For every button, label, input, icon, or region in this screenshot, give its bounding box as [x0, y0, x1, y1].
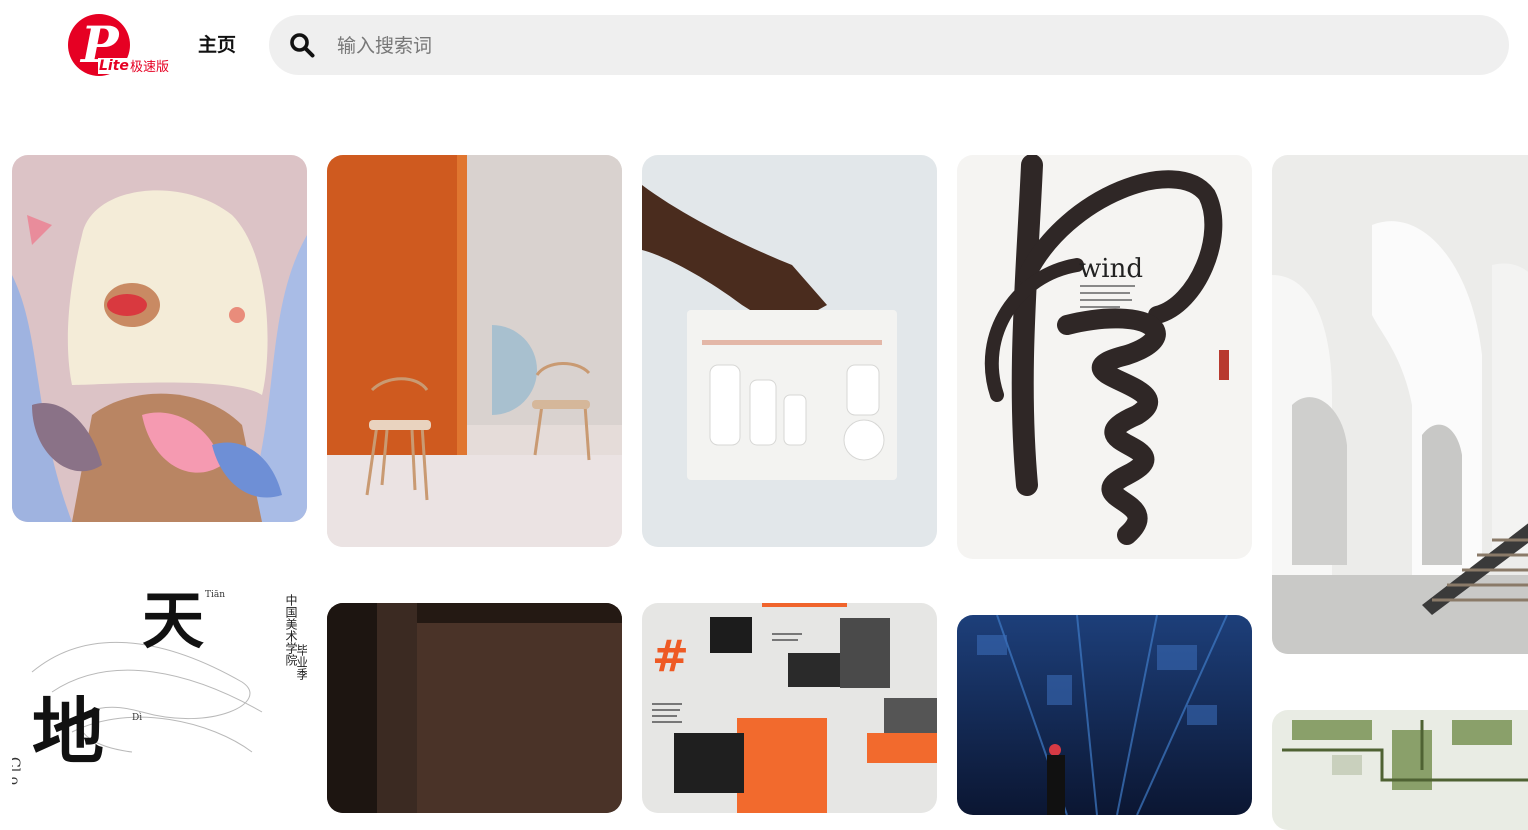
- search-bar[interactable]: [269, 15, 1509, 77]
- pin-image: [1272, 155, 1528, 654]
- pin-image: [12, 155, 307, 522]
- search-input[interactable]: [335, 15, 1489, 77]
- logo-lite-text: Lite: [98, 58, 130, 74]
- pin-card[interactable]: [327, 603, 622, 813]
- pin-card[interactable]: 天 地 Tiān Dì Cl o 中国美术学院 毕业季: [12, 582, 307, 812]
- pinterest-lite-logo[interactable]: P Lite 极速版: [68, 14, 178, 80]
- poster-side-text: Cl o: [12, 757, 22, 785]
- magazine-hash: #: [652, 631, 689, 682]
- pin-image: [327, 603, 622, 813]
- poster-pinyin-di: Dì: [132, 712, 142, 723]
- pin-card[interactable]: [327, 155, 622, 547]
- pin-image: wind: [957, 155, 1252, 559]
- poster-pinyin-tian: Tiān: [205, 590, 225, 600]
- pin-card[interactable]: [1272, 155, 1528, 654]
- top-bar: P Lite 极速版 主页: [0, 0, 1528, 92]
- pin-card[interactable]: [642, 155, 937, 547]
- search-icon[interactable]: [289, 32, 315, 58]
- poster-vertical-text-2: 毕业季: [295, 644, 307, 681]
- home-link[interactable]: 主页: [198, 33, 236, 57]
- pin-image: [327, 155, 622, 547]
- pin-image: [1272, 710, 1528, 830]
- poster-glyph-di: 地: [32, 689, 104, 774]
- pin-card[interactable]: [957, 615, 1252, 815]
- logo-subtitle: 极速版: [130, 60, 170, 75]
- pin-image: #: [642, 603, 937, 813]
- pin-card[interactable]: [1272, 710, 1528, 830]
- wind-title: wind: [1079, 254, 1143, 284]
- pin-image: [957, 615, 1252, 815]
- pin-image: 天 地 Tiān Dì Cl o 中国美术学院 毕业季: [12, 582, 307, 812]
- pin-card[interactable]: #: [642, 603, 937, 813]
- pin-card[interactable]: [12, 155, 307, 522]
- pin-image: [642, 155, 937, 547]
- pin-card[interactable]: wind: [957, 155, 1252, 559]
- poster-glyph-tian: 天: [142, 584, 204, 657]
